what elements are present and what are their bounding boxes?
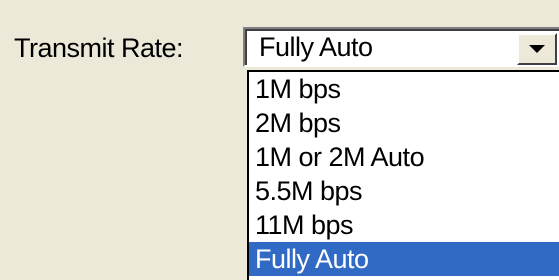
combobox-frame: Fully Auto — [245, 29, 559, 65]
chevron-down-icon — [529, 45, 545, 53]
transmit-rate-label: Transmit Rate: — [14, 33, 184, 63]
option-5-5m-bps[interactable]: 5.5M bps — [249, 174, 559, 208]
option-1m-bps[interactable]: 1M bps — [249, 72, 559, 106]
transmit-rate-selected-value[interactable]: Fully Auto — [259, 31, 373, 64]
option-fully-auto[interactable]: Fully Auto — [249, 242, 559, 276]
option-11m-bps[interactable]: 11M bps — [249, 208, 559, 242]
option-2m-bps[interactable]: 2M bps — [249, 106, 559, 140]
transmit-rate-combobox[interactable]: Fully Auto — [243, 27, 559, 67]
option-1m-or-2m-auto[interactable]: 1M or 2M Auto — [249, 140, 559, 174]
transmit-rate-options-list[interactable]: 1M bps 2M bps 1M or 2M Auto 5.5M bps 11M… — [247, 70, 559, 280]
dropdown-button[interactable] — [517, 33, 557, 65]
